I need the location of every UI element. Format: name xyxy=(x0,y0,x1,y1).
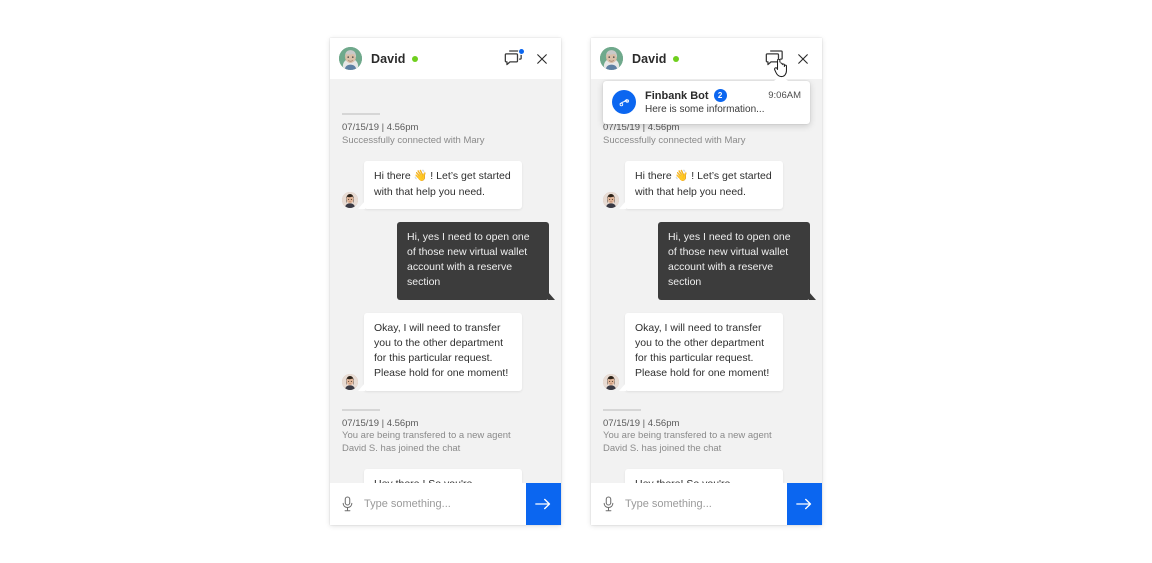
notification-popup[interactable]: Finbank Bot 2 9:06AM Here is some inform… xyxy=(603,75,810,124)
avatar-david xyxy=(339,47,362,70)
screenshot-stage: David 07/15/19 | 4.56pm Successfully con… xyxy=(0,0,1152,563)
message-row: Hey there ! So you're interested in a Re… xyxy=(342,468,549,483)
message-bubble[interactable]: Okay, I will need to transfer you to the… xyxy=(619,312,783,391)
divider xyxy=(342,408,380,411)
system-note: Successfully connected with Mary xyxy=(342,134,485,146)
message-bubble[interactable]: Hi, yes I need to open one of those new … xyxy=(658,221,816,300)
wave-emoji: 👋 xyxy=(674,169,689,182)
message-list[interactable]: 07/15/19 | 4.56pm Successfully connected… xyxy=(330,79,561,483)
bubble-text-prefix: Hi there xyxy=(635,169,675,182)
bubble-text-prefix: Hi there xyxy=(374,169,414,182)
chat-bubbles-icon[interactable] xyxy=(764,50,787,77)
system-note: You are being transfered to a new agent xyxy=(342,430,511,442)
wave-emoji: 👋 xyxy=(413,169,428,182)
bubble-text: Hey there! So you're interested in a Res… xyxy=(635,478,760,483)
message-input[interactable] xyxy=(364,483,526,525)
system-note: You are being transfered to a new agent xyxy=(603,430,772,442)
notification-preview: Here is some information... xyxy=(645,104,765,115)
close-icon[interactable] xyxy=(796,52,810,66)
message-composer xyxy=(591,483,822,525)
message-row: Hi, yes I need to open one of those new … xyxy=(603,221,816,300)
notification-time: 9:06AM xyxy=(768,90,801,101)
message-bubble[interactable]: Okay, I will need to transfer you to the… xyxy=(358,312,522,391)
message-row: Okay, I will need to transfer you to the… xyxy=(342,312,549,391)
avatar-mary xyxy=(603,373,619,390)
chat-bubbles-icon[interactable] xyxy=(503,47,525,68)
microphone-icon[interactable] xyxy=(591,483,625,525)
bubble-text: Okay, I will need to transfer you to the… xyxy=(374,321,509,380)
message-composer xyxy=(330,483,561,525)
system-timestamp: 07/15/19 | 4.56pm xyxy=(342,417,419,429)
system-timestamp: 07/15/19 | 4.56pm xyxy=(603,417,680,429)
message-bubble[interactable]: Hey there ! So you're interested in a Re… xyxy=(364,468,522,483)
online-status-dot xyxy=(672,55,679,62)
message-bubble[interactable]: Hi, yes I need to open one of those new … xyxy=(397,221,555,300)
message-bubble[interactable]: Hi there 👋 ! Let’s get started with that… xyxy=(619,160,783,209)
bubble-text: Okay, I will need to transfer you to the… xyxy=(635,321,770,380)
online-status-dot xyxy=(411,55,418,62)
contact-name: David xyxy=(371,51,406,66)
message-input[interactable] xyxy=(625,483,787,525)
notification-count-badge: 2 xyxy=(713,89,727,102)
system-block: 07/15/19 | 4.56pm You are being transfer… xyxy=(603,408,810,456)
message-row: Hey there! So you're interested in a Res… xyxy=(603,468,810,483)
message-row: Hi, yes I need to open one of those new … xyxy=(342,221,555,300)
message-list[interactable]: 07/15/19 | 4.56pm Successfully connected… xyxy=(591,79,822,483)
message-row: Hi there 👋 ! Let’s get started with that… xyxy=(603,160,810,209)
avatar-mary xyxy=(342,373,358,390)
microphone-icon[interactable] xyxy=(330,483,364,525)
message-bubble[interactable]: Hey there! So you're interested in a Res… xyxy=(625,468,783,483)
system-timestamp: 07/15/19 | 4.56pm xyxy=(342,122,419,133)
notification-title: Finbank Bot xyxy=(645,89,709,102)
chat-panel: David Finbank Bot 2 9:06AM Here is some … xyxy=(591,38,822,525)
chat-panel: David 07/15/19 | 4.56pm Successfully con… xyxy=(330,38,561,525)
message-row: Okay, I will need to transfer you to the… xyxy=(603,312,810,391)
message-bubble[interactable]: Hi there 👋 ! Let’s get started with that… xyxy=(358,160,522,209)
send-button[interactable] xyxy=(526,483,561,525)
system-note: David S. has joined the chat xyxy=(603,443,722,455)
unread-badge-dot xyxy=(518,47,525,55)
contact-name: David xyxy=(632,51,667,66)
close-icon[interactable] xyxy=(535,52,549,66)
system-note: Successfully connected with Mary xyxy=(603,134,746,146)
bubble-text: Hey there ! So you're interested in a Re… xyxy=(374,478,499,483)
message-row: Hi there 👋 ! Let’s get started with that… xyxy=(342,160,549,209)
divider xyxy=(342,113,380,115)
avatar-mary xyxy=(342,191,358,208)
bubble-text: Hi, yes I need to open one of those new … xyxy=(668,230,791,289)
avatar-david xyxy=(600,47,623,70)
system-block: 07/15/19 | 4.56pm Successfully connected… xyxy=(342,113,549,148)
system-note: David S. has joined the chat xyxy=(342,443,461,455)
chat-header: David xyxy=(591,38,822,79)
divider xyxy=(603,408,641,411)
finbank-bot-icon xyxy=(612,90,636,114)
avatar-mary xyxy=(603,191,619,208)
bubble-text: Hi, yes I need to open one of those new … xyxy=(407,230,530,289)
system-block: 07/15/19 | 4.56pm You are being transfer… xyxy=(342,408,549,456)
chat-header: David xyxy=(330,38,561,79)
send-button[interactable] xyxy=(787,483,822,525)
